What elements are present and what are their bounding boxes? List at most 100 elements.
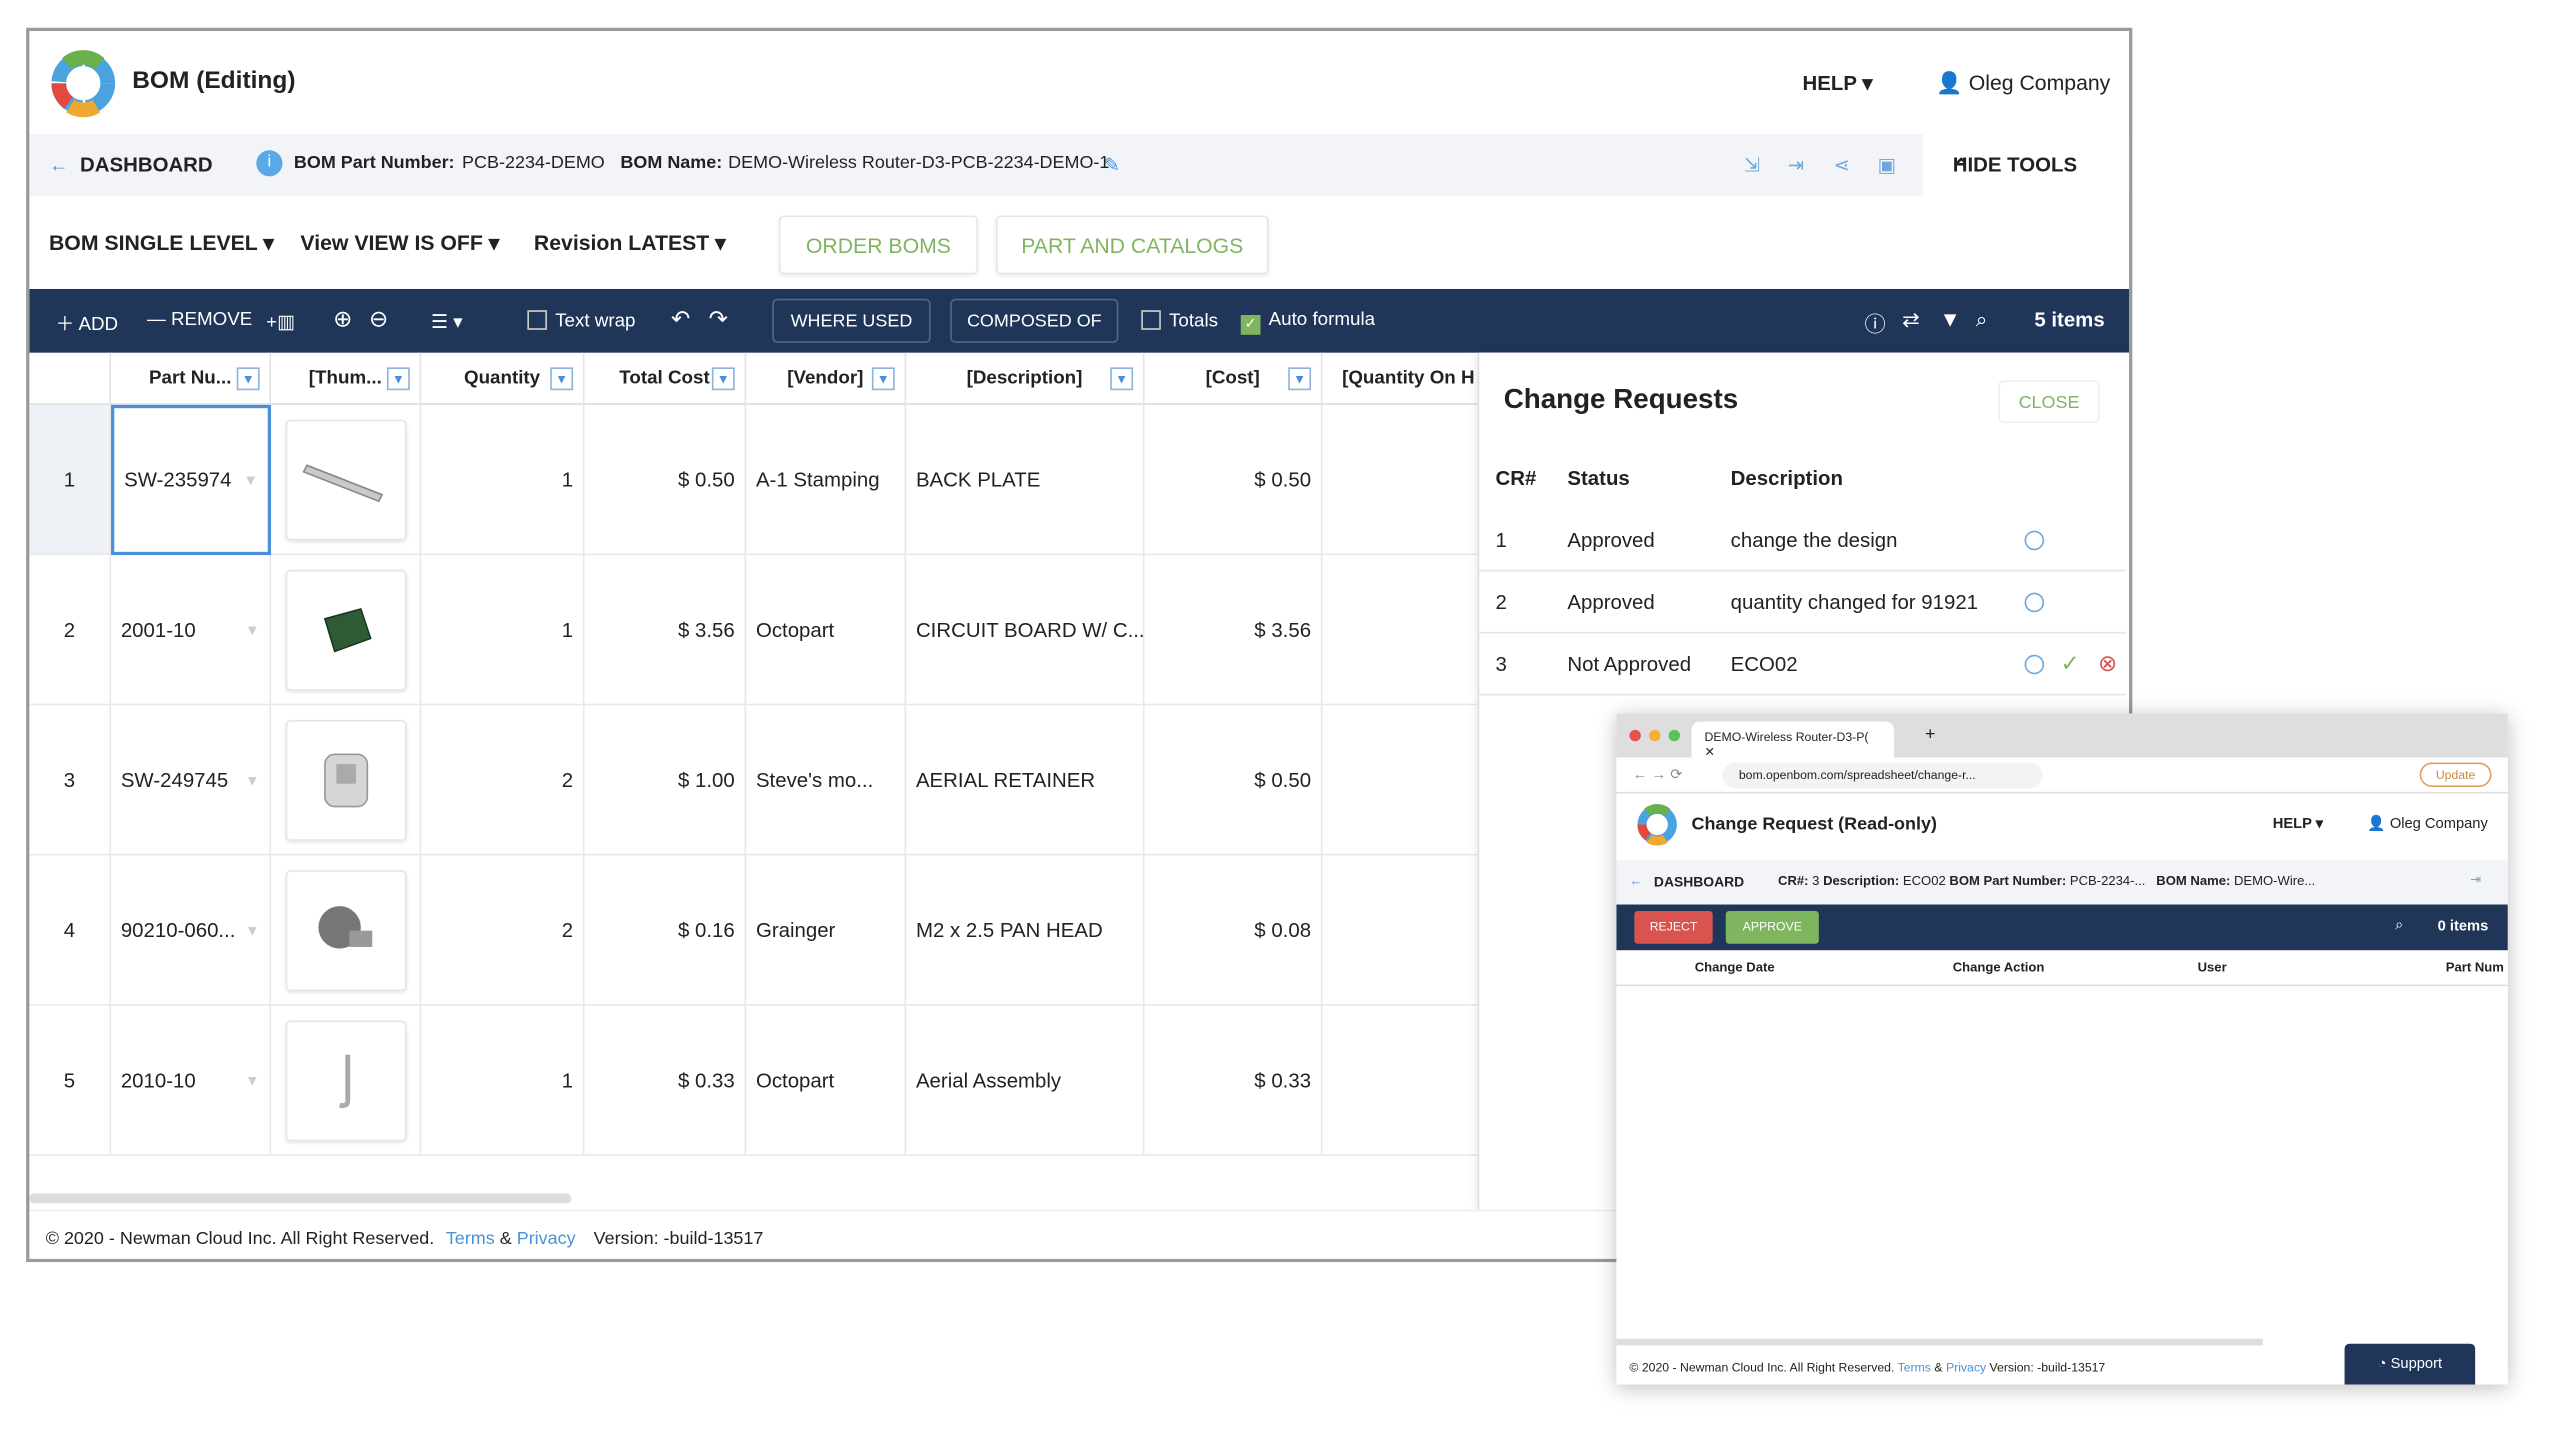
privacy-link[interactable]: Privacy	[517, 1229, 576, 1249]
filter-icon[interactable]: ▼	[1940, 307, 1961, 331]
approve-icon[interactable]: ✓	[2060, 650, 2079, 678]
close-window-icon[interactable]	[1629, 729, 1641, 742]
insert-column-icon[interactable]: +▥	[266, 310, 295, 333]
filter-icon[interactable]: ▼	[871, 367, 895, 391]
column-header[interactable]: Quantity ▼	[421, 352, 585, 405]
column-header[interactable]: Part Nu... ▼	[111, 352, 272, 405]
column-header[interactable]: [Description] ▼	[906, 352, 1145, 405]
view-icon[interactable]	[2024, 530, 2045, 551]
update-button[interactable]: Update	[2419, 762, 2492, 787]
support-button[interactable]: ◔ Support	[2344, 1343, 2476, 1385]
cell-description[interactable]: M2 x 2.5 PAN HEAD	[906, 855, 1145, 1006]
dropdown-icon[interactable]: ▼	[245, 621, 260, 637]
export-icon[interactable]: ⇥	[1788, 153, 1804, 176]
row-number[interactable]: 4	[29, 855, 112, 1006]
maximize-window-icon[interactable]	[1668, 729, 1681, 742]
approve-button[interactable]: APPROVE	[1725, 911, 1819, 944]
cell-quantity[interactable]: 2	[421, 855, 585, 1006]
reject-icon[interactable]: ⊗	[2098, 650, 2117, 678]
dropdown-icon[interactable]: ▼	[245, 922, 260, 938]
browser-tab[interactable]: DEMO-Wireless Router-D3-P( ✕	[1691, 721, 1894, 759]
new-tab-icon[interactable]: +	[1925, 725, 1936, 745]
cell-description[interactable]: BACK PLATE	[906, 404, 1145, 556]
info-icon[interactable]: i	[256, 150, 283, 177]
bom-level-dropdown[interactable]: BOM SINGLE LEVEL ▾	[49, 230, 274, 256]
where-used-button[interactable]: WHERE USED	[772, 298, 931, 343]
cell-cost[interactable]: $ 3.56	[1144, 555, 1323, 706]
cell-quantity-on-hand[interactable]	[1322, 555, 1480, 706]
totals-checkbox[interactable]: Totals	[1141, 310, 1218, 331]
filter-icon[interactable]: ▼	[1288, 367, 1312, 391]
filter-icon[interactable]: ▼	[1110, 367, 1134, 391]
dropdown-icon[interactable]: ▼	[245, 771, 260, 787]
import-icon[interactable]: ⇲	[1744, 153, 1760, 176]
filter-icon[interactable]: ▼	[711, 367, 735, 391]
cell-part-number[interactable]: 2001-10 ▼	[111, 555, 272, 706]
part-and-catalogs-button[interactable]: PART AND CATALOGS	[995, 215, 1269, 275]
align-dropdown-icon[interactable]: ☰ ▾	[431, 310, 462, 333]
cell-quantity[interactable]: 1	[421, 555, 585, 706]
dashboard-link[interactable]: DASHBOARD	[80, 153, 213, 176]
user-menu[interactable]: 👤 Oleg Company	[1936, 70, 2110, 96]
row-number[interactable]: 5	[29, 1005, 112, 1156]
close-button[interactable]: CLOSE	[1998, 380, 2100, 423]
dashboard-link[interactable]: DASHBOARD	[1654, 873, 1744, 889]
cell-part-number[interactable]: SW-249745 ▼	[111, 705, 272, 856]
cell-vendor[interactable]: Octopart	[746, 1005, 907, 1156]
filter-icon[interactable]: ▼	[550, 367, 574, 391]
column-header[interactable]: [Thum... ▼	[271, 352, 422, 405]
redo-icon[interactable]: ↷	[709, 305, 728, 333]
column-header[interactable]: Total Cost ▼	[584, 352, 747, 405]
cell-vendor[interactable]: A-1 Stamping	[746, 404, 907, 556]
cell-description[interactable]: AERIAL RETAINER	[906, 705, 1145, 856]
privacy-link[interactable]: Privacy	[1946, 1360, 1986, 1375]
info-icon[interactable]: ⓘ	[1865, 307, 1886, 338]
cell-part-number[interactable]: 90210-060... ▼	[111, 855, 272, 1006]
reject-button[interactable]: REJECT	[1634, 911, 1713, 944]
cell-quantity[interactable]: 1	[421, 404, 585, 556]
cell-thumbnail[interactable]	[271, 1005, 422, 1156]
back-arrow-icon[interactable]: ←	[49, 153, 69, 176]
cell-quantity[interactable]: 2	[421, 705, 585, 856]
cell-description[interactable]: CIRCUIT BOARD W/ C...	[906, 555, 1145, 706]
auto-formula-checkbox[interactable]: ✓ Auto formula	[1240, 310, 1375, 335]
share-icon[interactable]: ⋖	[1834, 153, 1850, 176]
filter-icon[interactable]: ▼	[236, 367, 260, 391]
popup-user-menu[interactable]: 👤 Oleg Company	[2367, 815, 2487, 833]
column-header[interactable]: [Cost] ▼	[1144, 352, 1323, 405]
popup-scrollbar[interactable]	[1616, 1338, 2263, 1346]
export-icon[interactable]: ⇥	[2470, 872, 2481, 887]
cell-cost[interactable]: $ 0.50	[1144, 705, 1323, 856]
cell-total-cost[interactable]: $ 3.56	[584, 555, 747, 706]
cell-total-cost[interactable]: $ 0.33	[584, 1005, 747, 1156]
view-dropdown[interactable]: View VIEW IS OFF ▾	[300, 230, 499, 256]
cell-vendor[interactable]: Steve's mo...	[746, 705, 907, 856]
move-up-icon[interactable]: ⊕	[333, 305, 352, 333]
row-number[interactable]: 3	[29, 705, 112, 856]
cell-thumbnail[interactable]	[271, 705, 422, 856]
hide-tools-button[interactable]: HIDE TOOLS ⌃	[1923, 133, 2130, 196]
cell-quantity-on-hand[interactable]	[1322, 404, 1480, 556]
search-icon[interactable]: ⌕	[1976, 307, 1988, 333]
cell-quantity-on-hand[interactable]	[1322, 705, 1480, 856]
remove-button[interactable]: — REMOVE	[147, 310, 252, 330]
cell-vendor[interactable]: Grainger	[746, 855, 907, 1006]
change-request-row[interactable]: 1 Approved change the design	[1479, 509, 2126, 572]
dropdown-icon[interactable]: ▼	[245, 1072, 260, 1088]
cell-thumbnail[interactable]	[271, 555, 422, 706]
swap-icon[interactable]: ⇄	[1902, 307, 1920, 333]
view-icon[interactable]	[2024, 654, 2045, 675]
change-request-row[interactable]: 2 Approved quantity changed for 91921	[1479, 571, 2126, 634]
cell-total-cost[interactable]: $ 0.16	[584, 855, 747, 1006]
column-header[interactable]: [Quantity On H	[1322, 352, 1480, 405]
cell-quantity[interactable]: 1	[421, 1005, 585, 1156]
cell-total-cost[interactable]: $ 0.50	[584, 404, 747, 556]
cell-description[interactable]: Aerial Assembly	[906, 1005, 1145, 1156]
view-icon[interactable]	[2024, 592, 2045, 613]
popup-help-menu[interactable]: HELP ▾	[2273, 815, 2323, 833]
edit-pencil-icon[interactable]: ✎	[1104, 153, 1120, 176]
cell-total-cost[interactable]: $ 1.00	[584, 705, 747, 856]
column-header[interactable]: [Vendor] ▼	[746, 352, 907, 405]
row-number[interactable]: 1	[29, 404, 112, 556]
cell-quantity-on-hand[interactable]	[1322, 1005, 1480, 1156]
